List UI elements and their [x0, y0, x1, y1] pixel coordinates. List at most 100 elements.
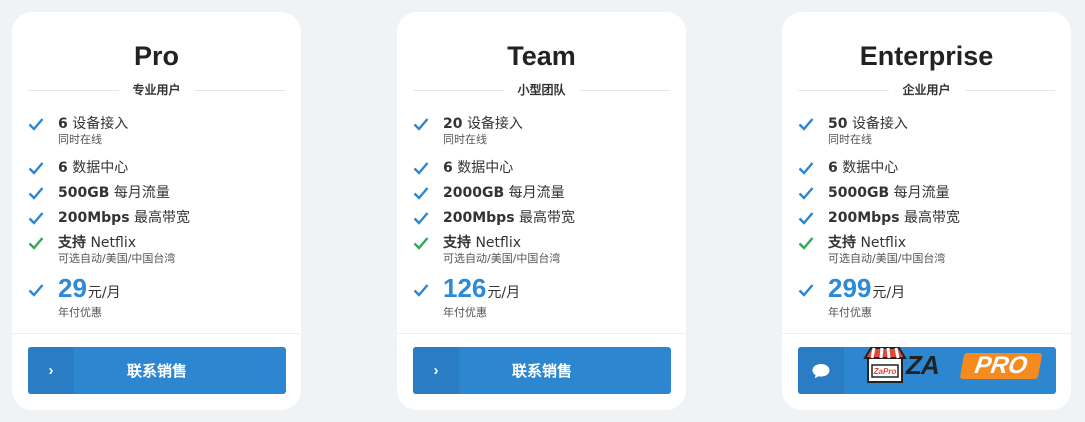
check-icon [798, 212, 814, 225]
feature-list: 50 设备接入 同时在线 6 数据中心 5000GB 每月流量 200Mbps … [798, 115, 1055, 325]
feature-price: 29 元/月 年付优惠 [28, 275, 285, 325]
netflix-label: Netflix [860, 235, 907, 251]
traffic-label: 每月流量 [508, 185, 565, 201]
check-icon [28, 118, 44, 131]
cta-label: 联系销售 [126, 363, 187, 380]
feature-datacenters: 6 数据中心 [413, 159, 670, 184]
price-note: 年付优惠 [828, 306, 872, 319]
netflix-label: Netflix [90, 235, 137, 251]
check-icon [413, 162, 429, 175]
feature-devices: 6 设备接入 同时在线 [28, 115, 285, 159]
netflix-note: 可选自动/美国/中国台湾 [828, 252, 946, 265]
datacenters-label: 数据中心 [842, 160, 899, 176]
devices-note: 同时在线 [828, 133, 872, 146]
devices-count: 50 [828, 116, 848, 132]
devices-note: 同时在线 [58, 133, 102, 146]
chevron-right-icon: › [28, 347, 74, 394]
price-unit: 元/月 [872, 285, 906, 301]
divider-line [194, 89, 286, 91]
devices-note: 同时在线 [443, 133, 487, 146]
price-note: 年付优惠 [58, 306, 102, 319]
datacenters-label: 数据中心 [457, 160, 514, 176]
plan-subtitle-row: 企业用户 [798, 82, 1056, 98]
feature-datacenters: 6 数据中心 [798, 159, 1055, 184]
price-unit: 元/月 [87, 285, 121, 301]
price-note: 年付优惠 [443, 306, 487, 319]
devices-count: 20 [443, 116, 463, 132]
bandwidth-amount: 200Mbps [828, 210, 900, 226]
feature-bandwidth: 200Mbps 最高带宽 [798, 209, 1055, 234]
feature-bandwidth: 200Mbps 最高带宽 [413, 209, 670, 234]
check-icon [798, 284, 814, 297]
plan-subtitle: 专业用户 [132, 83, 181, 97]
card-divider [12, 333, 301, 334]
plan-title: Enterprise [859, 41, 994, 71]
devices-label: 设备接入 [72, 116, 129, 132]
card-divider [397, 333, 686, 334]
traffic-amount: 500GB [58, 185, 110, 201]
bandwidth-amount: 200Mbps [443, 210, 515, 226]
feature-bandwidth: 200Mbps 最高带宽 [28, 209, 285, 234]
divider-line [579, 89, 671, 91]
bandwidth-label: 最高带宽 [903, 210, 960, 226]
netflix-note: 可选自动/美国/中国台湾 [58, 252, 176, 265]
check-icon [798, 162, 814, 175]
check-icon [413, 118, 429, 131]
check-green-icon [28, 237, 44, 250]
cta-label: 联系销售 [511, 363, 572, 380]
divider-line [798, 89, 889, 91]
datacenters-count: 6 [58, 160, 68, 176]
price-amount: 126 [443, 273, 487, 303]
plan-subtitle-row: 小型团队 [413, 82, 671, 98]
netflix-label: Netflix [475, 235, 522, 251]
traffic-amount: 2000GB [443, 185, 505, 201]
feature-devices: 20 设备接入 同时在线 [413, 115, 670, 159]
check-green-icon [798, 237, 814, 250]
check-icon [28, 162, 44, 175]
plan-subtitle-row: 专业用户 [28, 82, 286, 98]
bandwidth-label: 最高带宽 [133, 210, 190, 226]
datacenters-label: 数据中心 [72, 160, 129, 176]
plan-subtitle: 小型团队 [517, 83, 566, 97]
logo-sign-text: ZaPro [873, 367, 897, 376]
feature-list: 20 设备接入 同时在线 6 数据中心 2000GB 每月流量 200Mbps … [413, 115, 670, 325]
feature-price: 299 元/月 年付优惠 [798, 275, 1055, 325]
contact-sales-button[interactable]: › 联系销售 [28, 347, 286, 394]
datacenters-count: 6 [443, 160, 453, 176]
netflix-support: 支持 [58, 235, 86, 251]
traffic-amount: 5000GB [828, 185, 890, 201]
feature-traffic: 500GB 每月流量 [28, 184, 285, 209]
bandwidth-label: 最高带宽 [518, 210, 575, 226]
plan-title: Pro [133, 41, 179, 71]
plan-card-pro: Pro 专业用户 6 设备接入 同时在线 6 数据中心 500GB 每月流量 2… [12, 12, 301, 410]
netflix-support: 支持 [828, 235, 856, 251]
price-amount: 299 [828, 273, 872, 303]
check-icon [798, 118, 814, 131]
logo-brand: ZA [906, 350, 940, 380]
devices-count: 6 [58, 116, 68, 132]
feature-netflix: 支持 Netflix 可选自动/美国/中国台湾 [798, 234, 1055, 275]
check-icon [413, 284, 429, 297]
plan-card-team: Team 小型团队 20 设备接入 同时在线 6 数据中心 2000GB 每月流… [397, 12, 686, 410]
divider-line [413, 89, 504, 91]
logo-badge: PRO [959, 352, 1043, 379]
feature-traffic: 5000GB 每月流量 [798, 184, 1055, 209]
feature-price: 126 元/月 年付优惠 [413, 275, 670, 325]
check-green-icon [413, 237, 429, 250]
check-icon [413, 212, 429, 225]
check-icon [28, 212, 44, 225]
devices-label: 设备接入 [466, 116, 523, 132]
feature-netflix: 支持 Netflix 可选自动/美国/中国台湾 [28, 234, 285, 275]
feature-devices: 50 设备接入 同时在线 [798, 115, 1055, 159]
check-icon [798, 187, 814, 200]
divider-line [964, 89, 1056, 91]
netflix-note: 可选自动/美国/中国台湾 [443, 252, 561, 265]
contact-sales-button[interactable]: › 联系销售 [413, 347, 671, 394]
plan-title: Team [507, 41, 576, 71]
card-divider [782, 333, 1071, 334]
feature-netflix: 支持 Netflix 可选自动/美国/中国台湾 [413, 234, 670, 275]
devices-label: 设备接入 [851, 116, 908, 132]
price-amount: 29 [58, 273, 87, 303]
price-unit: 元/月 [487, 285, 521, 301]
check-icon [413, 187, 429, 200]
